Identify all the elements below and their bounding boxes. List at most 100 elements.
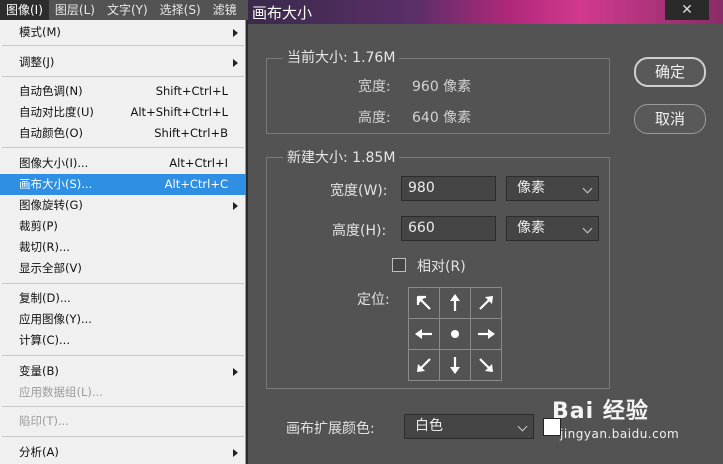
width-unit-select[interactable]: 像素 <box>506 176 599 201</box>
extension-color-value: 白色 <box>415 418 443 434</box>
menu-item-label: 分析(A) <box>19 445 59 459</box>
menu-item-label: 复制(D)... <box>19 291 71 305</box>
new-size-title: 新建大小: 1.85M <box>283 147 400 167</box>
menu-select[interactable]: 选择(S) <box>154 0 207 20</box>
menu-item-adjustments[interactable]: 调整(J) <box>0 52 246 73</box>
menu-separator <box>2 76 244 77</box>
menu-layer[interactable]: 图层(L) <box>49 0 101 20</box>
chevron-down-icon <box>582 223 593 234</box>
menu-type[interactable]: 文字(Y) <box>101 0 154 20</box>
menu-item-auto-contrast[interactable]: 自动对比度(U) Alt+Shift+Ctrl+L <box>0 102 246 123</box>
menu-filter[interactable]: 滤镜 <box>207 0 243 20</box>
menu-item-label: 应用图像(Y)... <box>19 312 92 326</box>
anchor-top[interactable] <box>438 286 471 319</box>
anchor-label: 定位: <box>357 292 390 308</box>
menu-item-label: 图像旋转(G) <box>19 198 83 212</box>
menu-item-auto-color[interactable]: 自动颜色(O) Shift+Ctrl+B <box>0 123 246 144</box>
current-height-value: 640 像素 <box>412 110 472 126</box>
menu-item-shortcut: Alt+Ctrl+I <box>169 156 228 170</box>
anchor-bottom-right[interactable] <box>469 348 502 381</box>
menu-item-label: 自动对比度(U) <box>19 105 94 119</box>
menu-item-image-size[interactable]: 图像大小(I)... Alt+Ctrl+I <box>0 153 246 174</box>
menu-separator <box>2 283 244 284</box>
menu-item-label: 模式(M) <box>19 25 61 39</box>
arrow-right-icon <box>477 328 495 339</box>
anchor-left[interactable] <box>407 317 440 350</box>
menu-item-label: 图像大小(I)... <box>19 156 89 170</box>
ok-button[interactable]: 确定 <box>634 57 706 87</box>
anchor-right[interactable] <box>469 317 502 350</box>
dialog-title: 画布大小 <box>252 4 313 22</box>
menu-item-apply-data-set: 应用数据组(L)... <box>0 382 246 403</box>
height-unit-select[interactable]: 像素 <box>506 216 599 241</box>
menu-item-duplicate[interactable]: 复制(D)... <box>0 288 246 309</box>
chevron-down-icon <box>517 421 528 432</box>
menu-item-crop[interactable]: 裁剪(P) <box>0 216 246 237</box>
watermark-url: jingyan.baidu.com <box>560 427 680 441</box>
width-input[interactable]: 980 <box>401 176 496 201</box>
menu-separator <box>2 45 244 46</box>
menu-item-auto-tone[interactable]: 自动色调(N) Shift+Ctrl+L <box>0 81 246 102</box>
menu-item-image-rotation[interactable]: 图像旋转(G) <box>0 195 246 216</box>
cancel-button[interactable]: 取消 <box>634 104 706 134</box>
menu-item-label: 变量(B) <box>19 364 59 378</box>
new-height-label: 高度(H): <box>332 223 387 239</box>
relative-checkbox[interactable] <box>392 258 406 272</box>
menu-item-label: 裁剪(P) <box>19 219 58 233</box>
anchor-bottom-left[interactable] <box>407 348 440 381</box>
arrow-up-right-icon <box>478 295 493 310</box>
height-unit-value: 像素 <box>517 220 545 236</box>
menu-item-reveal-all[interactable]: 显示全部(V) <box>0 258 246 279</box>
menu-item-calculations[interactable]: 计算(C)... <box>0 330 246 351</box>
anchor-bottom[interactable] <box>438 348 471 381</box>
menu-item-variables[interactable]: 变量(B) <box>0 361 246 382</box>
menu-item-trap: 陷印(T)... <box>0 411 246 432</box>
relative-label[interactable]: 相对(R) <box>417 256 466 276</box>
arrow-down-icon <box>449 356 460 374</box>
menu-bar: 图像(I) 图层(L) 文字(Y) 选择(S) 滤镜 <box>0 0 248 20</box>
menu-item-label: 画布大小(S)... <box>19 177 93 191</box>
arrow-left-icon <box>414 328 432 339</box>
submenu-arrow-icon <box>233 202 238 210</box>
current-height-label: 高度: <box>358 110 391 126</box>
menu-separator <box>2 436 244 437</box>
menu-item-label: 应用数据组(L)... <box>19 385 103 399</box>
current-width-label: 宽度: <box>358 79 391 95</box>
menu-item-label: 自动色调(N) <box>19 84 83 98</box>
current-width-value: 960 像素 <box>412 79 472 95</box>
menu-item-label: 计算(C)... <box>19 333 70 347</box>
center-dot-icon <box>450 329 459 338</box>
arrow-down-right-icon <box>478 357 493 372</box>
submenu-arrow-icon <box>233 29 238 37</box>
menu-item-canvas-size[interactable]: 画布大小(S)... Alt+Ctrl+C <box>0 174 246 195</box>
menu-item-shortcut: Alt+Shift+Ctrl+L <box>130 105 229 119</box>
height-input[interactable]: 660 <box>401 216 496 241</box>
menu-item-analysis[interactable]: 分析(A) <box>0 442 246 463</box>
arrow-up-left-icon <box>416 295 431 310</box>
menu-item-label: 调整(J) <box>19 55 55 69</box>
anchor-top-left[interactable] <box>407 286 440 319</box>
menu-item-mode[interactable]: 模式(M) <box>0 22 246 43</box>
menu-image[interactable]: 图像(I) <box>0 0 49 20</box>
menu-separator <box>2 406 244 407</box>
menu-item-label: 陷印(T)... <box>19 414 69 428</box>
menu-item-trim[interactable]: 裁切(R)... <box>0 237 246 258</box>
dialog-titlebar[interactable] <box>248 0 723 24</box>
menu-item-apply-image[interactable]: 应用图像(Y)... <box>0 309 246 330</box>
chevron-down-icon <box>582 183 593 194</box>
extension-color-select[interactable]: 白色 <box>404 414 534 439</box>
anchor-grid <box>407 286 502 381</box>
menu-item-label: 自动颜色(O) <box>19 126 84 140</box>
baidu-jingyan-watermark: Bai 经验 <box>552 399 649 424</box>
width-unit-value: 像素 <box>517 180 545 196</box>
arrow-up-icon <box>449 293 460 311</box>
submenu-arrow-icon <box>233 368 238 376</box>
close-icon[interactable]: ✕ <box>665 0 709 20</box>
menu-item-label: 裁切(R)... <box>19 240 70 254</box>
extension-color-label: 画布扩展颜色: <box>286 421 375 437</box>
menu-item-label: 显示全部(V) <box>19 261 82 275</box>
anchor-center[interactable] <box>438 317 471 350</box>
anchor-top-right[interactable] <box>469 286 502 319</box>
current-size-title: 当前大小: 1.76M <box>283 47 400 67</box>
image-menu-dropdown: 模式(M) 调整(J) 自动色调(N) Shift+Ctrl+L 自动对比度(U… <box>0 20 246 464</box>
